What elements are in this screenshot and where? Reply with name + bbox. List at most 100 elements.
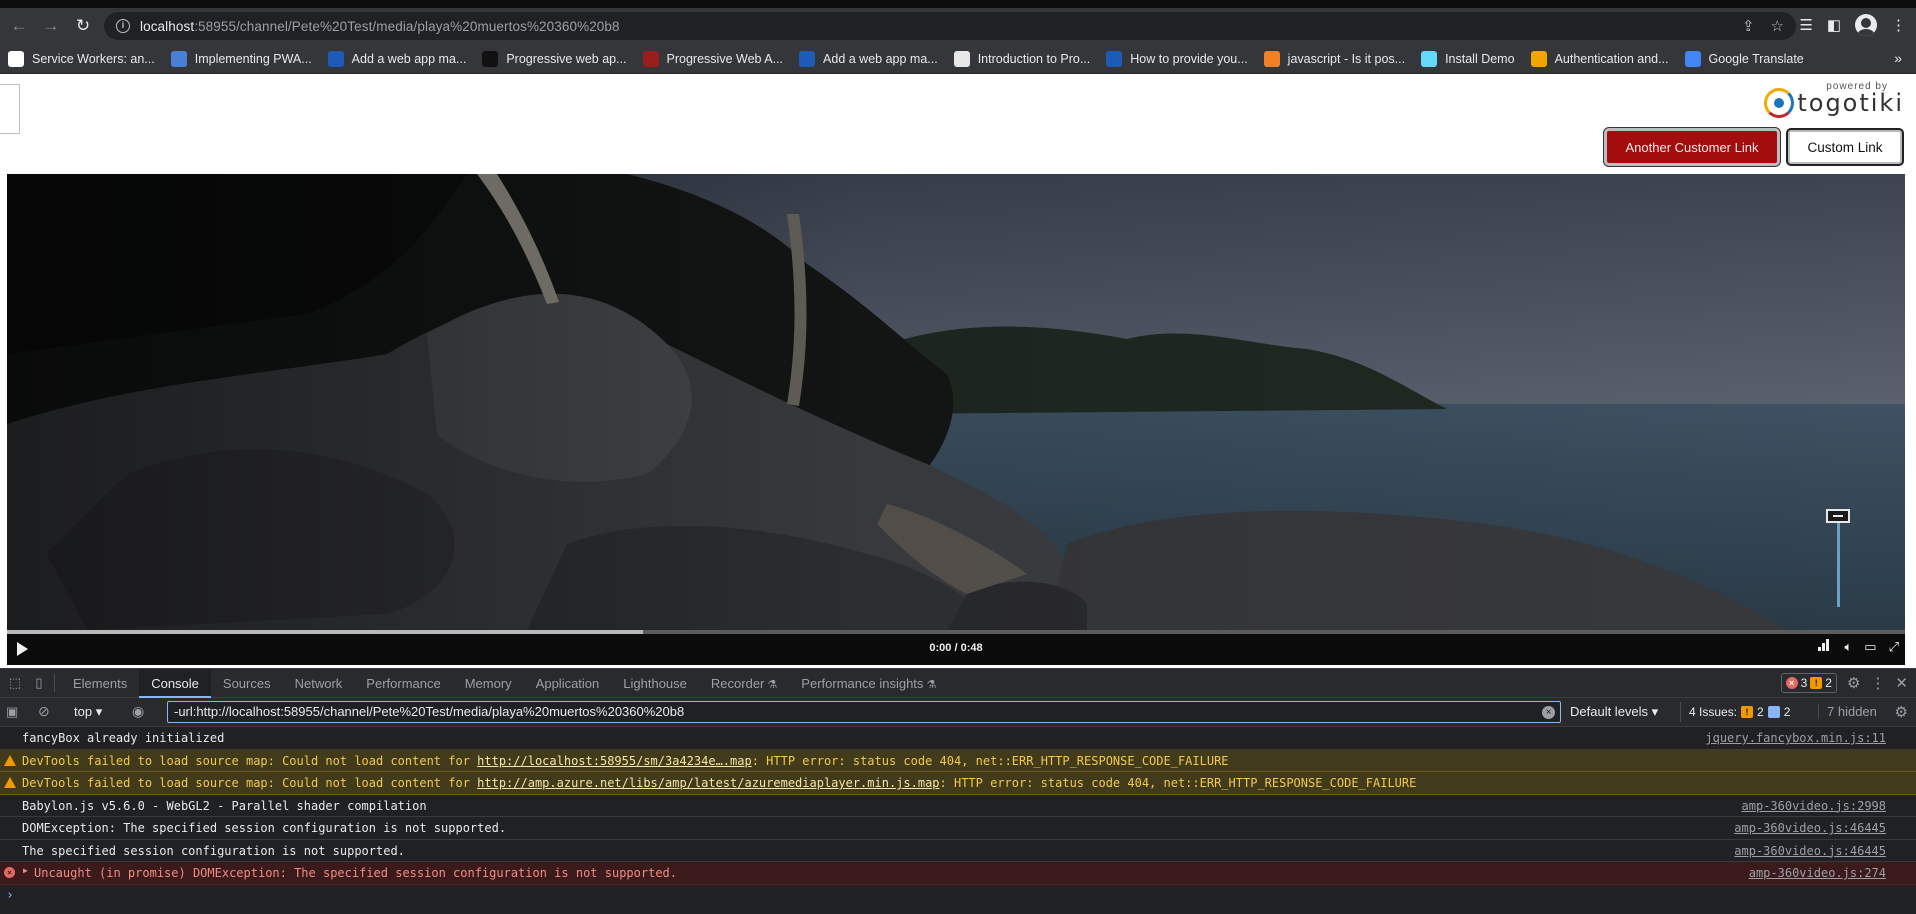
seek-bar-buffered	[7, 630, 643, 634]
volume-icon[interactable]: 🔈︎	[1844, 639, 1852, 655]
time-display: 0:00 / 0:48	[929, 642, 983, 654]
message-source-link[interactable]: amp-360video.js:46445	[1734, 844, 1886, 858]
source-map-link[interactable]: http://amp.azure.net/libs/amp/latest/azu…	[477, 776, 939, 790]
devtools-tab-network[interactable]: Network	[283, 669, 355, 698]
vr-tilt-slider-track[interactable]	[1837, 523, 1840, 607]
inspect-element-icon[interactable]: ⬚	[6, 674, 24, 692]
console-settings-icon[interactable]: ⚙	[1895, 703, 1908, 721]
bookmarks-bar: Service Workers: an... Implementing PWA..…	[0, 44, 1916, 74]
forward-icon[interactable]: →	[38, 13, 64, 39]
message-source-link[interactable]: jquery.fancybox.min.js:11	[1705, 731, 1886, 745]
error-warning-counter[interactable]: × 3 ! 2	[1780, 673, 1837, 693]
warning-icon	[4, 777, 16, 788]
live-expression-eye-icon[interactable]: ◉	[132, 703, 144, 720]
devtools-tab-label: Memory	[464, 675, 512, 691]
clear-filter-icon[interactable]: ×	[1542, 706, 1555, 719]
menu-icon[interactable]: ⋮	[1891, 16, 1906, 34]
bookmark-item[interactable]: Progressive Web A...	[642, 50, 784, 67]
bookmark-favicon-icon	[1421, 50, 1438, 67]
devtools-tab-memory[interactable]: Memory	[453, 669, 524, 698]
message-source-link[interactable]: amp-360video.js:274	[1749, 866, 1886, 880]
fullscreen-icon[interactable]: ⤢	[1889, 639, 1899, 655]
log-levels-dropdown[interactable]: Default levels ▾	[1570, 704, 1658, 720]
message-prefix: DevTools failed to load source map: Coul…	[22, 776, 478, 790]
vr-tilt-slider[interactable]	[1826, 509, 1850, 609]
devtools-tab-recorder[interactable]: Recorder ⚗	[699, 669, 789, 698]
bookmark-favicon-icon	[1530, 50, 1547, 67]
share-icon[interactable]: ⇪	[1742, 17, 1755, 35]
bookmark-item[interactable]: Progressive web ap...	[482, 50, 627, 67]
bookmark-item[interactable]: Install Demo	[1421, 50, 1515, 67]
issues-counter[interactable]: 4 Issues: ! 2 2	[1680, 702, 1790, 722]
devtools-tab-application[interactable]: Application	[524, 669, 612, 698]
console-message[interactable]: DOMException: The specified session conf…	[0, 817, 1916, 840]
bookmark-item[interactable]: javascript - Is it pos...	[1263, 50, 1406, 67]
vr-tilt-slider-handle[interactable]	[1826, 509, 1850, 523]
devtools-tab-label: Elements	[73, 675, 128, 691]
bookmark-label: Progressive Web A...	[666, 51, 784, 66]
expand-arrow-icon[interactable]: ▶	[23, 866, 28, 875]
address-bar[interactable]: i localhost:58955/channel/Pete%20Test/me…	[104, 12, 1796, 40]
bookmark-item[interactable]: Implementing PWA...	[170, 50, 312, 67]
sidebar-toggle-icon[interactable]: ▣	[6, 704, 18, 720]
quality-icon[interactable]	[1818, 639, 1832, 651]
bookmark-star-icon[interactable]: ☆	[1771, 17, 1784, 35]
devtools-tab-performance-insights[interactable]: Performance insights ⚗	[789, 669, 948, 698]
message-source-link[interactable]: amp-360video.js:2998	[1742, 799, 1887, 813]
devtools-tab-performance[interactable]: Performance	[354, 669, 452, 698]
bookmark-item[interactable]: Add a web app ma...	[799, 50, 938, 67]
side-panel-icon[interactable]: ◧	[1827, 16, 1841, 34]
prompt-chevron-icon: ›	[6, 887, 14, 903]
bookmark-label: Progressive web ap...	[506, 51, 627, 66]
issues-info-count: 2	[1783, 705, 1791, 719]
video-player[interactable]: 0:00 / 0:48 🔈︎ ▭ ⤢	[7, 174, 1905, 665]
console-message[interactable]: The specified session configuration is n…	[0, 840, 1916, 862]
message-suffix: : HTTP error: status code 404, net::ERR_…	[939, 776, 1417, 790]
profile-avatar[interactable]	[1855, 14, 1877, 36]
bookmark-item[interactable]: How to provide you...	[1106, 50, 1248, 67]
context-selector[interactable]: top ▾	[74, 704, 102, 720]
video-frame[interactable]	[7, 174, 1905, 630]
settings-gear-icon[interactable]: ⚙	[1847, 674, 1860, 692]
bookmark-item[interactable]: Google Translate	[1684, 50, 1804, 67]
device-toolbar-icon[interactable]: ▯	[30, 674, 48, 692]
address-url[interactable]: localhost:58955/channel/Pete%20Test/medi…	[140, 19, 620, 34]
bookmark-label: Add a web app ma...	[823, 51, 938, 66]
close-icon[interactable]: ✕	[1895, 674, 1908, 692]
seek-bar[interactable]	[7, 630, 1905, 634]
console-prompt[interactable]: ›	[0, 885, 1916, 907]
console-message[interactable]: fancyBox already initialized jquery.fancy…	[0, 727, 1916, 750]
bookmark-item[interactable]: Introduction to Pro...	[953, 50, 1090, 67]
console-filter-input[interactable]: -url:http://localhost:58955/channel/Pete…	[167, 701, 1561, 723]
source-map-link[interactable]: http://localhost:58955/sm/3a4234e….map	[477, 754, 752, 768]
message-source-link[interactable]: amp-360video.js:46445	[1734, 821, 1886, 835]
vr-headset-icon[interactable]: ▭	[1864, 639, 1876, 655]
bookmarks-overflow-icon[interactable]: »	[1894, 50, 1902, 66]
context-label: top	[74, 704, 93, 719]
console-message-text: Babylon.js v5.6.0 - WebGL2 - Parallel sh…	[22, 798, 427, 813]
bookmark-item[interactable]: Add a web app ma...	[327, 50, 466, 67]
bookmark-label: javascript - Is it pos...	[1287, 51, 1406, 66]
togotiki-logo[interactable]: powered by togotiki	[1762, 81, 1904, 118]
console-toolbar: ▣ ⊘ top ▾ ◉ -url:http://localhost:58955/…	[0, 698, 1916, 727]
devtools-tab-sources[interactable]: Sources	[211, 669, 283, 698]
console-message[interactable]: × ▶ Uncaught (in promise) DOMException: Th…	[0, 862, 1916, 885]
devtools-tab-console[interactable]: Console	[139, 668, 211, 698]
bookmark-favicon-icon	[1263, 50, 1280, 67]
clear-console-icon[interactable]: ⊘	[38, 703, 50, 720]
bookmark-item[interactable]: Service Workers: an...	[8, 50, 155, 67]
console-message[interactable]: DevTools failed to load source map: Coul…	[0, 749, 1916, 772]
back-icon[interactable]: ←	[6, 13, 32, 39]
console-message-text: Uncaught (in promise) DOMException: The …	[34, 866, 677, 880]
devtools-tab-lighthouse[interactable]: Lighthouse	[611, 669, 699, 698]
console-message[interactable]: DevTools failed to load source map: Coul…	[0, 772, 1916, 795]
site-info-icon[interactable]: i	[116, 19, 130, 33]
another-customer-link-button[interactable]: Another Customer Link	[1604, 128, 1780, 166]
reading-list-icon[interactable]: ☰	[1799, 16, 1812, 34]
more-options-icon[interactable]: ⋮	[1870, 674, 1885, 692]
console-message[interactable]: Babylon.js v5.6.0 - WebGL2 - Parallel sh…	[0, 795, 1916, 817]
reload-icon[interactable]: ↻	[70, 13, 96, 39]
devtools-tab-elements[interactable]: Elements	[61, 669, 139, 698]
custom-link-button[interactable]: Custom Link	[1786, 128, 1904, 166]
bookmark-item[interactable]: Authentication and...	[1530, 50, 1669, 67]
